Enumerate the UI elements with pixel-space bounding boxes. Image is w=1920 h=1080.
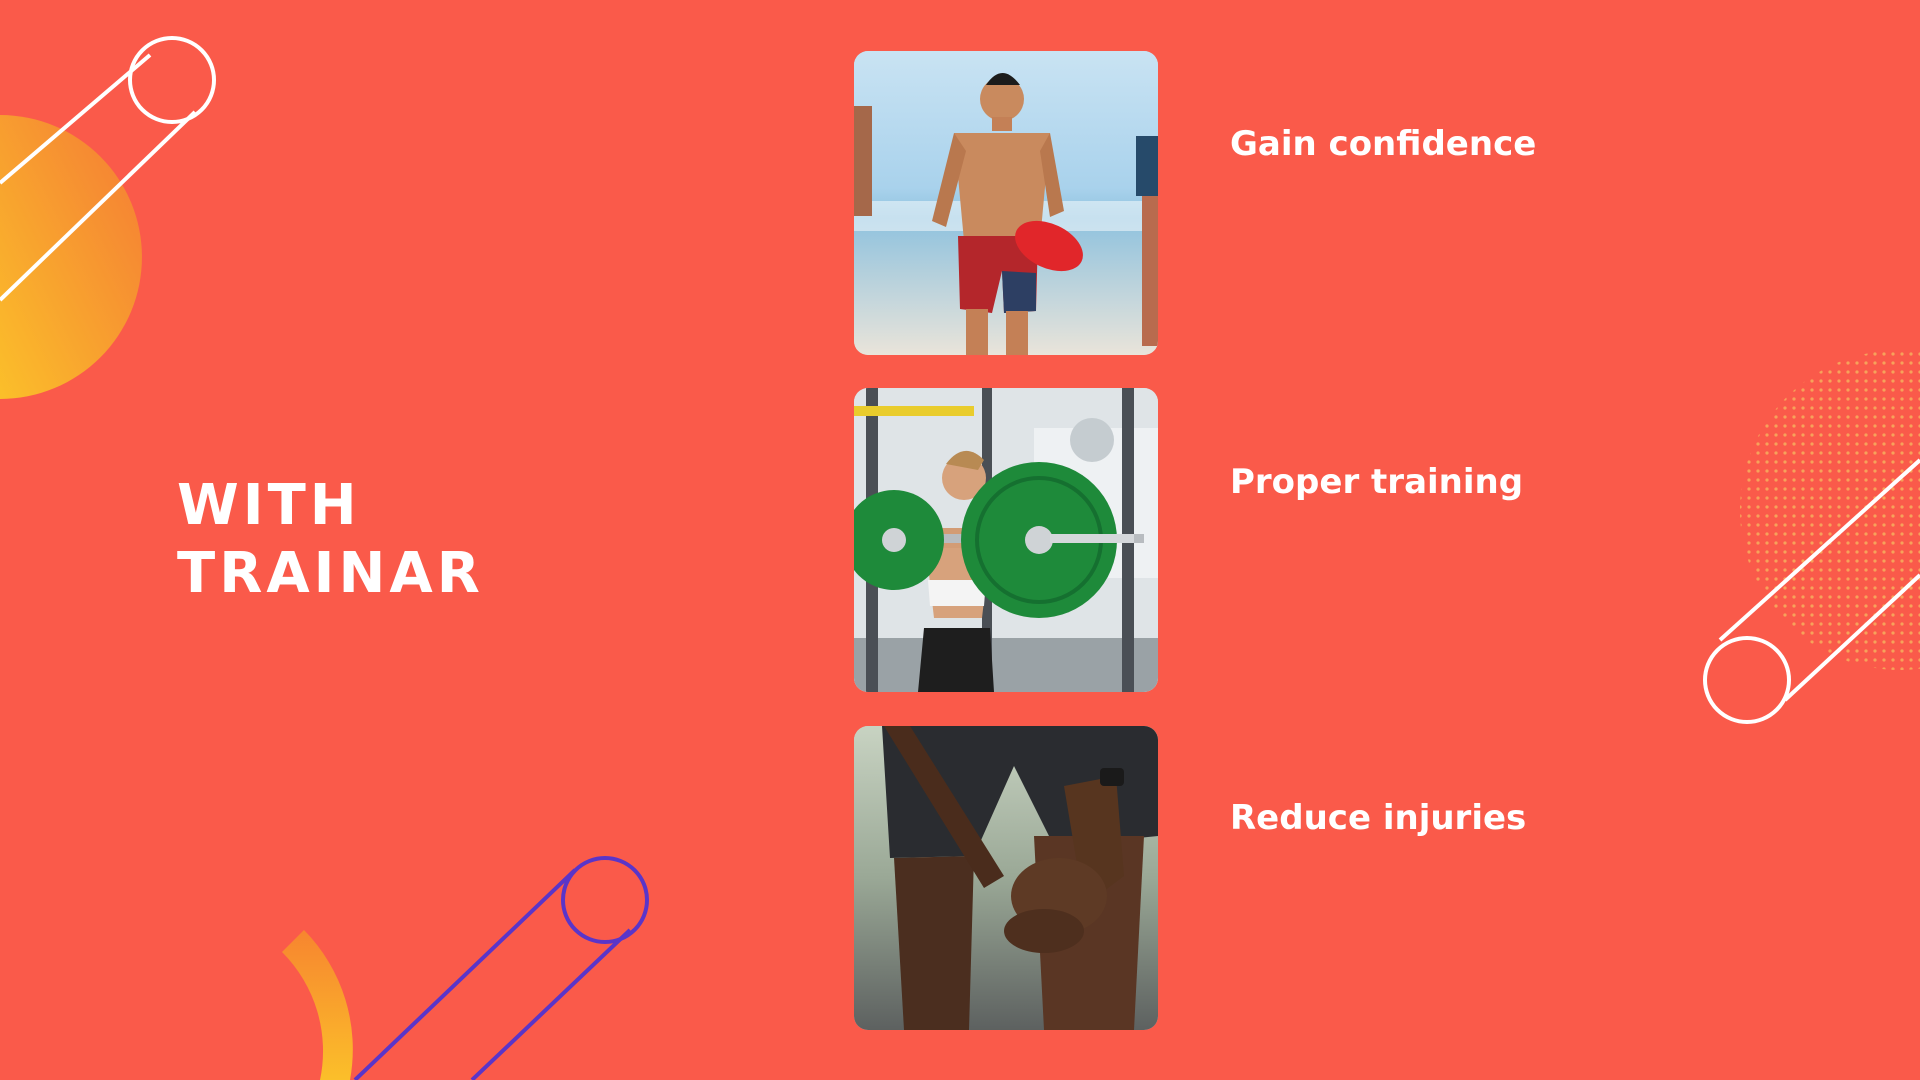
heading-line-1: WITH [177,473,361,538]
beach-runner-photo [854,51,1158,355]
benefit-label-gain-confidence: Gain confidence [1230,124,1537,164]
top-left-tube [0,36,216,302]
barbell-squat-photo [854,388,1158,692]
bottom-left-arc [282,930,353,1080]
knee-pain-photo [854,726,1158,1030]
page-heading: WITH TRAINAR [177,472,484,608]
benefit-label-reduce-injuries: Reduce injuries [1230,798,1527,838]
heading-line-2: TRAINAR [177,541,484,606]
right-tube [1703,458,1920,724]
bottom-left-tube [353,856,649,1080]
top-left-half-disc [0,115,142,399]
right-dotted-circle [1740,350,1920,670]
benefit-label-proper-training: Proper training [1230,462,1524,502]
